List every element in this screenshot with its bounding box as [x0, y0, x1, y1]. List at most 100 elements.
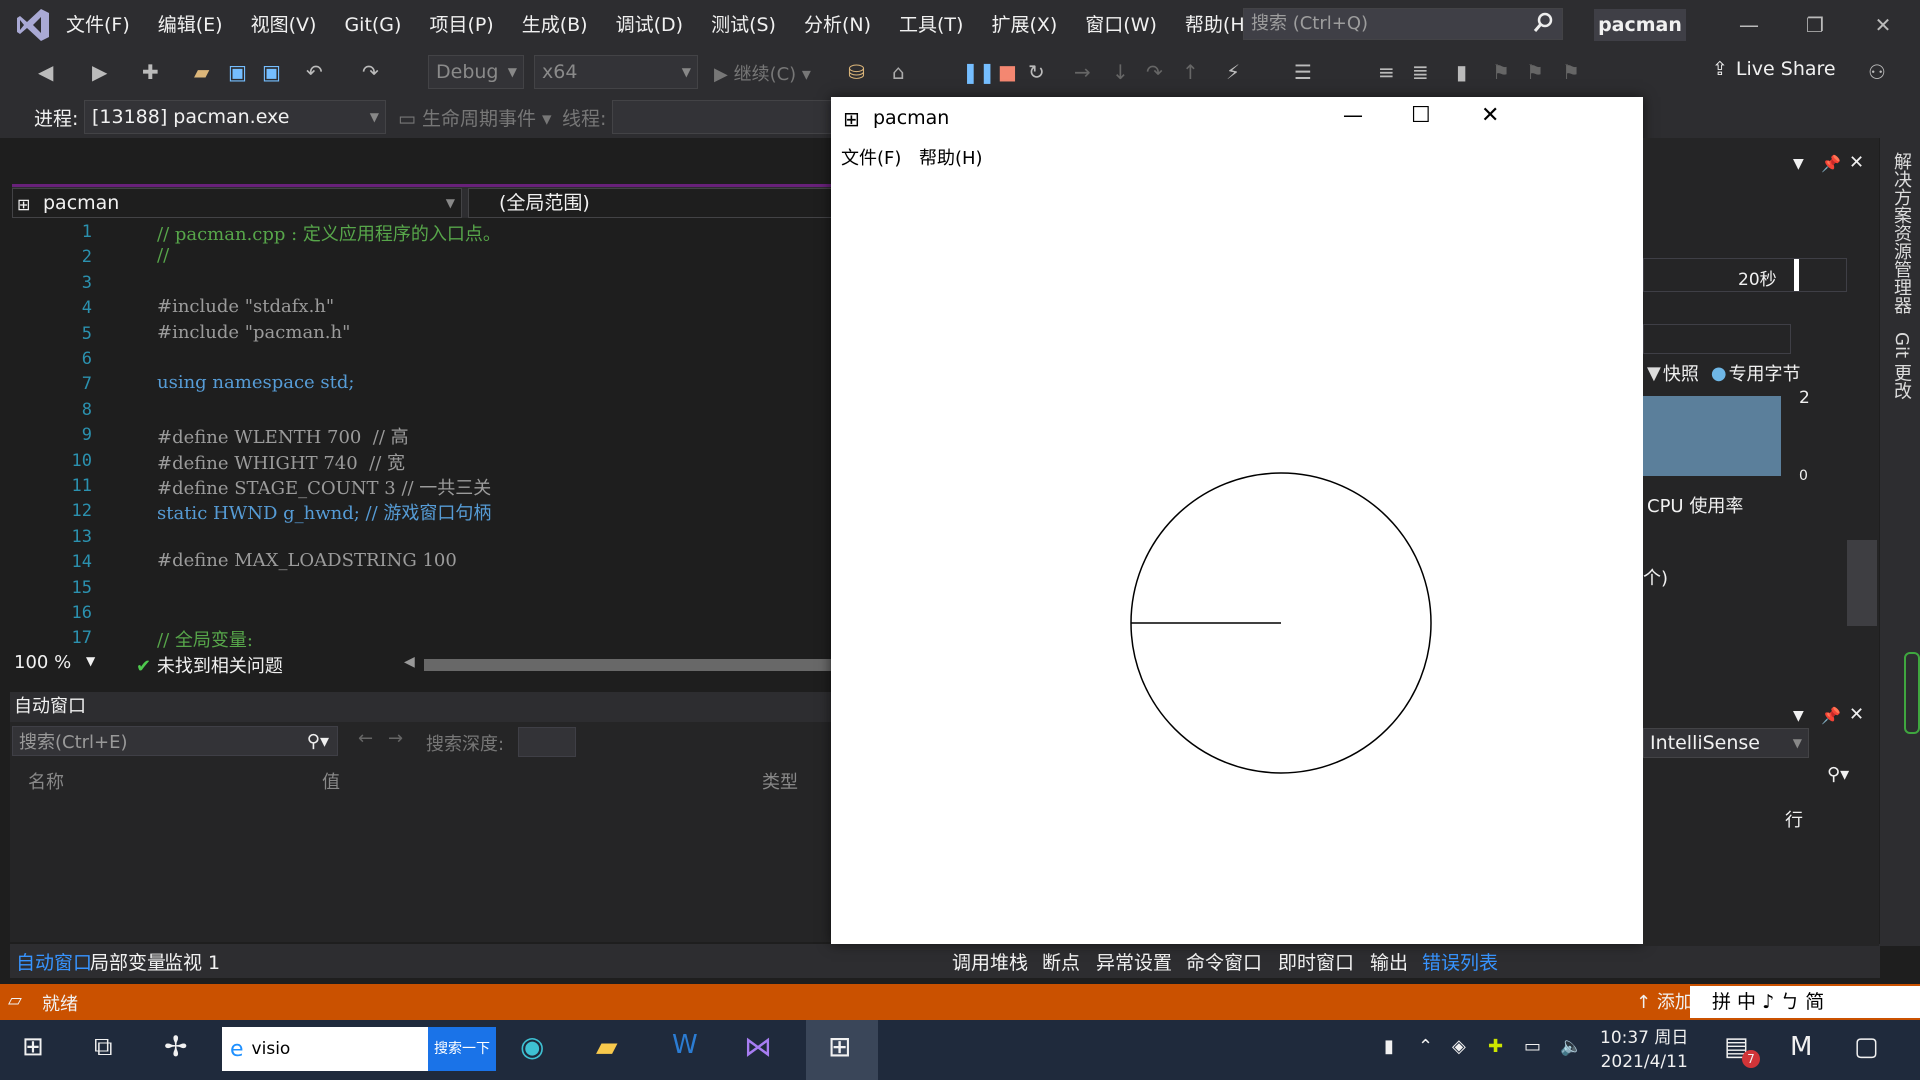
scroll-left-icon[interactable]: ◀ [404, 654, 415, 670]
file-select[interactable]: ⊞ pacman ▼ [12, 188, 462, 218]
restore-button[interactable]: ❐ [1782, 0, 1848, 50]
visual-studio-icon[interactable]: ⋈ [744, 1030, 772, 1063]
clock[interactable]: 10:37 周日 2021/4/11 [1600, 1026, 1688, 1074]
menu-item[interactable]: 分析(N) [790, 0, 885, 50]
menu-item[interactable]: 项目(P) [415, 0, 507, 50]
new-item-icon[interactable]: ✚ [142, 60, 159, 84]
panel-dropdown-icon[interactable]: ▼ [1793, 156, 1804, 172]
menu-item[interactable]: 视图(V) [237, 0, 331, 50]
menu-item[interactable]: 工具(T) [885, 0, 977, 50]
process-select[interactable]: [13188] pacman.exe ▼ [84, 100, 386, 134]
step-into-icon[interactable]: ↓ [1112, 60, 1129, 84]
thread-select[interactable] [612, 100, 832, 134]
publish-icon[interactable]: ↑ 添加 [1636, 988, 1693, 1014]
redo-icon[interactable]: ↷ [362, 60, 379, 84]
code-line[interactable]: #define WHIGHT 740 // 宽 [157, 449, 405, 475]
step-out-icon[interactable]: ↑ [1182, 60, 1199, 84]
error-list-pin-icon[interactable]: 📌 [1821, 706, 1841, 725]
pacman-close-button[interactable]: ✕ [1481, 103, 1499, 128]
search-forward-icon[interactable]: → [388, 728, 403, 749]
intellisense-select[interactable]: IntelliSense ▼ [1643, 728, 1809, 758]
panel-scrollbar[interactable] [1847, 540, 1877, 626]
next-bookmark-icon[interactable]: ⚑ [1526, 60, 1544, 84]
green-scroll-indicator[interactable] [1904, 652, 1920, 734]
action-center-icon[interactable]: ▢ [1854, 1032, 1879, 1062]
word-icon[interactable]: W [672, 1030, 698, 1060]
menu-item[interactable]: 窗口(W) [1071, 0, 1171, 50]
git-changes-tab[interactable]: Git 更改 [1888, 332, 1914, 400]
live-share-button[interactable]: ⇪ Live Share [1712, 58, 1836, 80]
show-hidden-icons[interactable]: ⌃ [1418, 1036, 1433, 1057]
game-canvas[interactable] [831, 171, 1643, 944]
clear-bookmark-icon[interactable]: ⚑ [1562, 60, 1580, 84]
bottom-tab-right[interactable]: 输出 [1370, 948, 1408, 975]
continue-button[interactable]: ▶ 继续(C) ▾ [714, 60, 811, 86]
attach-icon[interactable]: ⛁ [848, 60, 865, 84]
volume-icon[interactable]: 🔈 [1560, 1036, 1582, 1057]
code-line[interactable]: #define STAGE_COUNT 3 // 一共三关 [157, 474, 491, 500]
col-value[interactable]: 值 [322, 768, 340, 794]
task-view-icon[interactable]: ⧉ [94, 1032, 113, 1063]
pacman-taskbar-button[interactable]: ⊞ [806, 1020, 878, 1080]
code-line[interactable]: // 全局变量: [157, 626, 253, 652]
windows-start-icon[interactable]: ⊞ [22, 1032, 44, 1062]
pacman-maximize-button[interactable]: ☐ [1411, 103, 1431, 128]
bottom-tab-left[interactable]: 自动窗口 [16, 948, 92, 975]
tray-plus-icon[interactable]: ✚ [1488, 1036, 1503, 1057]
issues-indicator[interactable]: ✔ 未找到相关问题 [136, 652, 283, 678]
menu-item[interactable]: 编辑(E) [144, 0, 237, 50]
file-explorer-icon[interactable]: ▰ [596, 1030, 618, 1063]
code-line[interactable]: // [157, 245, 169, 266]
battery-saver-icon[interactable]: ▮ [1384, 1036, 1394, 1057]
scope-select[interactable]: (全局范围) [468, 188, 832, 218]
forward-icon[interactable]: ▶ [92, 60, 107, 84]
zoom-dropdown-icon[interactable]: ▼ [86, 654, 95, 668]
taskbar-search-input[interactable]: e visio [222, 1027, 428, 1071]
diagnostic-icon[interactable]: ⌂ [892, 60, 905, 84]
platform-select[interactable]: x64 ▼ [534, 55, 698, 89]
menu-item[interactable]: 文件(F) [52, 0, 144, 50]
code-line[interactable]: #include "stdafx.h" [157, 296, 334, 317]
pin-icon[interactable]: 📌 [1821, 154, 1841, 173]
code-editor[interactable]: 1 // pacman.cpp : 定义应用程序的入口点。 2 // 3 4 #includ… [12, 218, 832, 652]
hot-reload-icon[interactable]: ⚡ [1226, 60, 1240, 84]
code-line[interactable]: using namespace std; [157, 372, 354, 393]
zoom-level[interactable]: 100 % [14, 652, 71, 673]
search-back-icon[interactable]: ← [358, 728, 373, 749]
code-line[interactable]: #define WLENTH 700 // 高 [157, 423, 409, 449]
bottom-tab-left[interactable]: 监视 1 [164, 948, 220, 975]
comment-icon[interactable]: ≡ [1378, 60, 1395, 84]
menu-item[interactable]: 扩展(X) [977, 0, 1071, 50]
open-folder-icon[interactable]: ▰ [194, 60, 209, 84]
menu-item[interactable]: 生成(B) [508, 0, 602, 50]
col-line[interactable]: 行 [1785, 806, 1803, 832]
app-launcher-icon[interactable]: ✢ [164, 1030, 187, 1063]
menu-item[interactable]: 调试(D) [602, 0, 697, 50]
save-icon[interactable]: ▣ [228, 60, 247, 84]
bottom-tab-right[interactable]: 错误列表 [1422, 948, 1498, 975]
pacman-menu-file[interactable]: 文件(F) [841, 144, 901, 170]
stop-icon[interactable]: ■ [998, 60, 1017, 84]
error-list-dropdown-icon[interactable]: ▼ [1793, 708, 1804, 724]
tray-m-icon[interactable]: M [1790, 1032, 1812, 1062]
step-back-icon[interactable]: ↷ [1146, 60, 1163, 84]
bottom-tab-right[interactable]: 异常设置 [1096, 948, 1172, 975]
panel-close-icon[interactable]: ✕ [1849, 152, 1864, 173]
error-list-close-icon[interactable]: ✕ [1849, 704, 1864, 725]
prev-bookmark-icon[interactable]: ⚑ [1492, 60, 1510, 84]
menu-item[interactable]: Git(G) [330, 0, 415, 50]
configuration-select[interactable]: Debug ▼ [428, 55, 524, 89]
code-line[interactable]: static HWND g_hwnd; // 游戏窗口句柄 [157, 499, 491, 525]
minimize-button[interactable]: — [1716, 0, 1782, 50]
autos-search-input[interactable]: 搜索(Ctrl+E) ⚲▾ [12, 726, 338, 756]
tray-app-icon[interactable]: ◈ [1452, 1036, 1466, 1057]
code-line[interactable]: #define MAX_LOADSTRING 100 [157, 550, 457, 571]
bottom-tab-left[interactable]: 局部变量 [90, 948, 166, 975]
search-depth-select[interactable] [518, 727, 576, 757]
search-now-button[interactable]: 搜索一下 [428, 1027, 496, 1071]
horizontal-scrollbar[interactable] [424, 659, 832, 671]
battery-icon[interactable]: ▭ [1524, 1036, 1541, 1057]
code-line[interactable]: // pacman.cpp : 定义应用程序的入口点。 [157, 220, 501, 246]
menu-item[interactable]: 测试(S) [697, 0, 790, 50]
feedback-icon[interactable]: ⚇ [1868, 60, 1886, 84]
